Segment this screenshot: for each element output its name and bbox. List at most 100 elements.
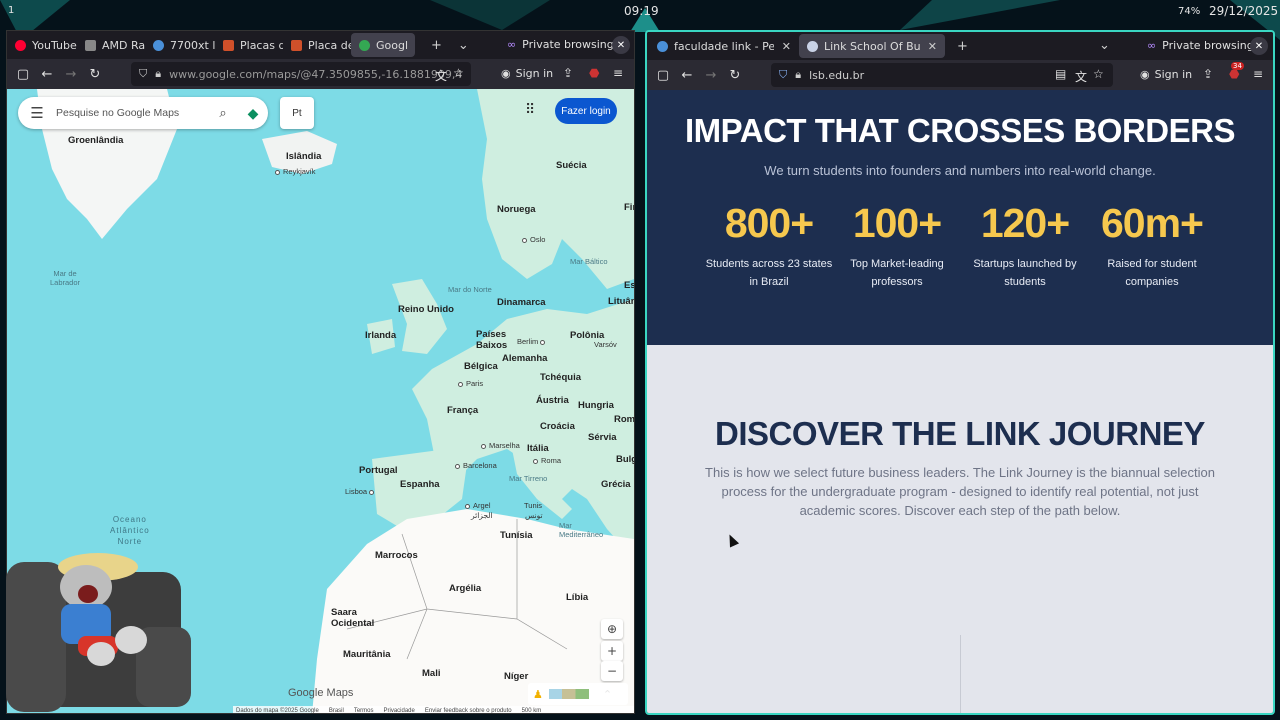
map-label-north-sea[interactable]: Mar do Norte (448, 285, 492, 294)
map-label-libya[interactable]: Líbia (566, 592, 588, 603)
map-label-algiers-arabic[interactable]: الجزائر (471, 511, 493, 520)
map-label-rome[interactable]: Roma (533, 456, 561, 465)
translate-icon[interactable]: 文 (1075, 68, 1087, 85)
map-label-netherlands[interactable]: Países Baixos (476, 329, 507, 351)
street-view-bar[interactable]: ♟ ⌃ (528, 683, 628, 705)
url-text[interactable]: lsb.edu.br (809, 69, 864, 82)
close-window-button[interactable]: ✕ (1250, 37, 1268, 55)
map-label-niger[interactable]: Níger (504, 671, 528, 682)
new-tab-icon[interactable]: + (949, 39, 976, 54)
sign-in-button[interactable]: ◉ Sign in (501, 67, 553, 80)
tab-amd[interactable]: AMD Ra (77, 33, 145, 57)
hamburger-menu-icon[interactable]: ☰ (18, 104, 56, 122)
map-label-oslo[interactable]: Oslo (522, 235, 545, 244)
layer-toggle-button[interactable]: Pt (280, 97, 314, 129)
chevron-down-icon[interactable]: ⌄ (450, 38, 477, 53)
bookmark-star-icon[interactable]: ☆ (1093, 67, 1104, 81)
login-button[interactable]: Fazer login (555, 98, 617, 124)
map-label-serbia[interactable]: Sérvia (588, 432, 617, 443)
menu-icon[interactable]: ≡ (1253, 67, 1263, 81)
map-label-reykjavik[interactable]: Reykjavík (275, 167, 316, 176)
tab-faculdade-search[interactable]: faculdade link - Pesquis✕ (649, 34, 799, 58)
footer-link-feedback[interactable]: Enviar feedback sobre o produto (425, 708, 512, 714)
map-label-ireland[interactable]: Irlanda (365, 330, 396, 341)
sign-in-button[interactable]: ◉ Sign in (1140, 68, 1192, 81)
map-label-warsaw[interactable]: Varsóv (594, 340, 617, 349)
expand-up-icon[interactable]: ⌃ (603, 688, 612, 701)
address-bar[interactable]: ⛉ 🔒︎ www.google.com/maps/@47.3509855,-16… (131, 62, 471, 86)
tab-placa[interactable]: Placa de (283, 33, 351, 57)
map-label-greenland[interactable]: Groenlândia (68, 135, 123, 146)
new-tab-icon[interactable]: + (423, 38, 450, 53)
shield-icon[interactable]: ⛉ (139, 67, 147, 81)
zoom-out-button[interactable]: − (601, 661, 623, 681)
map-label-spain[interactable]: Espanha (400, 479, 440, 490)
url-text[interactable]: www.google.com/maps/@47.3509855,-16.1881… (169, 68, 462, 81)
map-label-finland[interactable]: Fin (624, 202, 634, 213)
reader-view-icon[interactable]: ▤ (1055, 67, 1066, 81)
lock-icon[interactable]: 🔒︎ (155, 67, 161, 81)
menu-icon[interactable]: ≡ (613, 66, 623, 80)
forward-icon[interactable]: → (59, 67, 83, 82)
map-label-mauritania[interactable]: Mauritânia (343, 649, 391, 660)
zoom-in-button[interactable]: + (601, 641, 623, 661)
apps-grid-icon[interactable]: ⠿ (525, 102, 535, 118)
extensions-icon[interactable]: ⇪ (1203, 67, 1213, 81)
bookmark-star-icon[interactable]: ☆ (453, 66, 464, 80)
tab-7700xt[interactable]: 7700xt l (145, 33, 215, 57)
layers-thumbnail-icon[interactable] (548, 689, 589, 699)
lock-icon[interactable]: 🔒︎ (795, 68, 801, 82)
tab-placas[interactable]: Placas d (215, 33, 283, 57)
close-tab-icon[interactable]: ✕ (928, 40, 937, 53)
map-label-mali[interactable]: Mali (422, 668, 440, 679)
map-label-denmark[interactable]: Dinamarca (497, 297, 546, 308)
map-label-baltic-sea[interactable]: Mar Báltico (570, 257, 608, 266)
map-label-barcelona[interactable]: Barcelona (455, 461, 497, 470)
tab-google-maps[interactable]: Googl✕ (351, 33, 415, 57)
tab-youtube[interactable]: YouTube (7, 33, 77, 57)
map-label-lithuania[interactable]: Lituân (608, 296, 634, 307)
map-label-croatia[interactable]: Croácia (540, 421, 575, 432)
map-label-czechia[interactable]: Tchéquia (540, 372, 581, 383)
search-input[interactable]: Pesquise no Google Maps (56, 107, 208, 119)
my-location-icon[interactable]: ⊕ (601, 619, 623, 639)
map-label-western-sahara[interactable]: Saara Ocidental (331, 607, 374, 629)
map-label-tyrrhenian-sea[interactable]: Mar Tirreno (509, 474, 547, 483)
map-label-algeria[interactable]: Argélia (449, 583, 481, 594)
map-label-mediterranean[interactable]: Mar Mediterrâneo (559, 521, 603, 539)
sidebar-icon[interactable]: ▢ (11, 67, 35, 82)
sidebar-icon[interactable]: ▢ (651, 68, 675, 83)
directions-icon[interactable]: ◆ (238, 105, 268, 122)
map-label-sweden[interactable]: Suécia (556, 160, 587, 171)
map-label-algiers[interactable]: Argel (465, 501, 491, 510)
map-label-portugal[interactable]: Portugal (359, 465, 398, 476)
tab-link-school[interactable]: Link School Of Business✕ (799, 34, 945, 58)
map-label-estonia[interactable]: Es (624, 280, 634, 291)
map-label-berlin[interactable]: Berlim (517, 337, 548, 346)
map-label-romania[interactable]: Rom (614, 414, 634, 425)
close-tab-icon[interactable]: ✕ (782, 40, 791, 53)
map-label-marseille[interactable]: Marselha (481, 441, 520, 450)
translate-icon[interactable]: 文 (435, 67, 447, 84)
map-label-italy[interactable]: Itália (527, 443, 549, 454)
map-label-paris[interactable]: Paris (458, 379, 483, 388)
date[interactable]: 29/12/2025 (1209, 4, 1278, 18)
map-label-austria[interactable]: Áustria (536, 395, 569, 406)
reload-icon[interactable]: ↻ (723, 68, 747, 83)
map-label-greece[interactable]: Grécia (601, 479, 631, 490)
map-label-bulgaria[interactable]: Bulg (616, 454, 634, 465)
map-label-lisbon[interactable]: Lisboa (345, 487, 377, 496)
ublock-icon[interactable]: ⬣ (589, 66, 599, 80)
footer-link-terms[interactable]: Termos (354, 708, 374, 714)
extensions-icon[interactable]: ⇪ (563, 66, 573, 80)
map-label-labrador-sea[interactable]: Mar de Labrador (50, 269, 80, 287)
search-icon[interactable]: ⌕ (208, 105, 238, 121)
back-icon[interactable]: ← (675, 68, 699, 83)
map-label-hungary[interactable]: Hungria (578, 400, 614, 411)
map-label-germany[interactable]: Alemanha (502, 353, 547, 364)
clock[interactable]: 09:19 (624, 4, 659, 18)
map-label-tunis-arabic[interactable]: تونس (525, 511, 543, 520)
shield-icon[interactable]: ⛉ (779, 68, 787, 82)
close-window-button[interactable]: ✕ (612, 36, 630, 54)
map-label-france[interactable]: França (447, 405, 478, 416)
